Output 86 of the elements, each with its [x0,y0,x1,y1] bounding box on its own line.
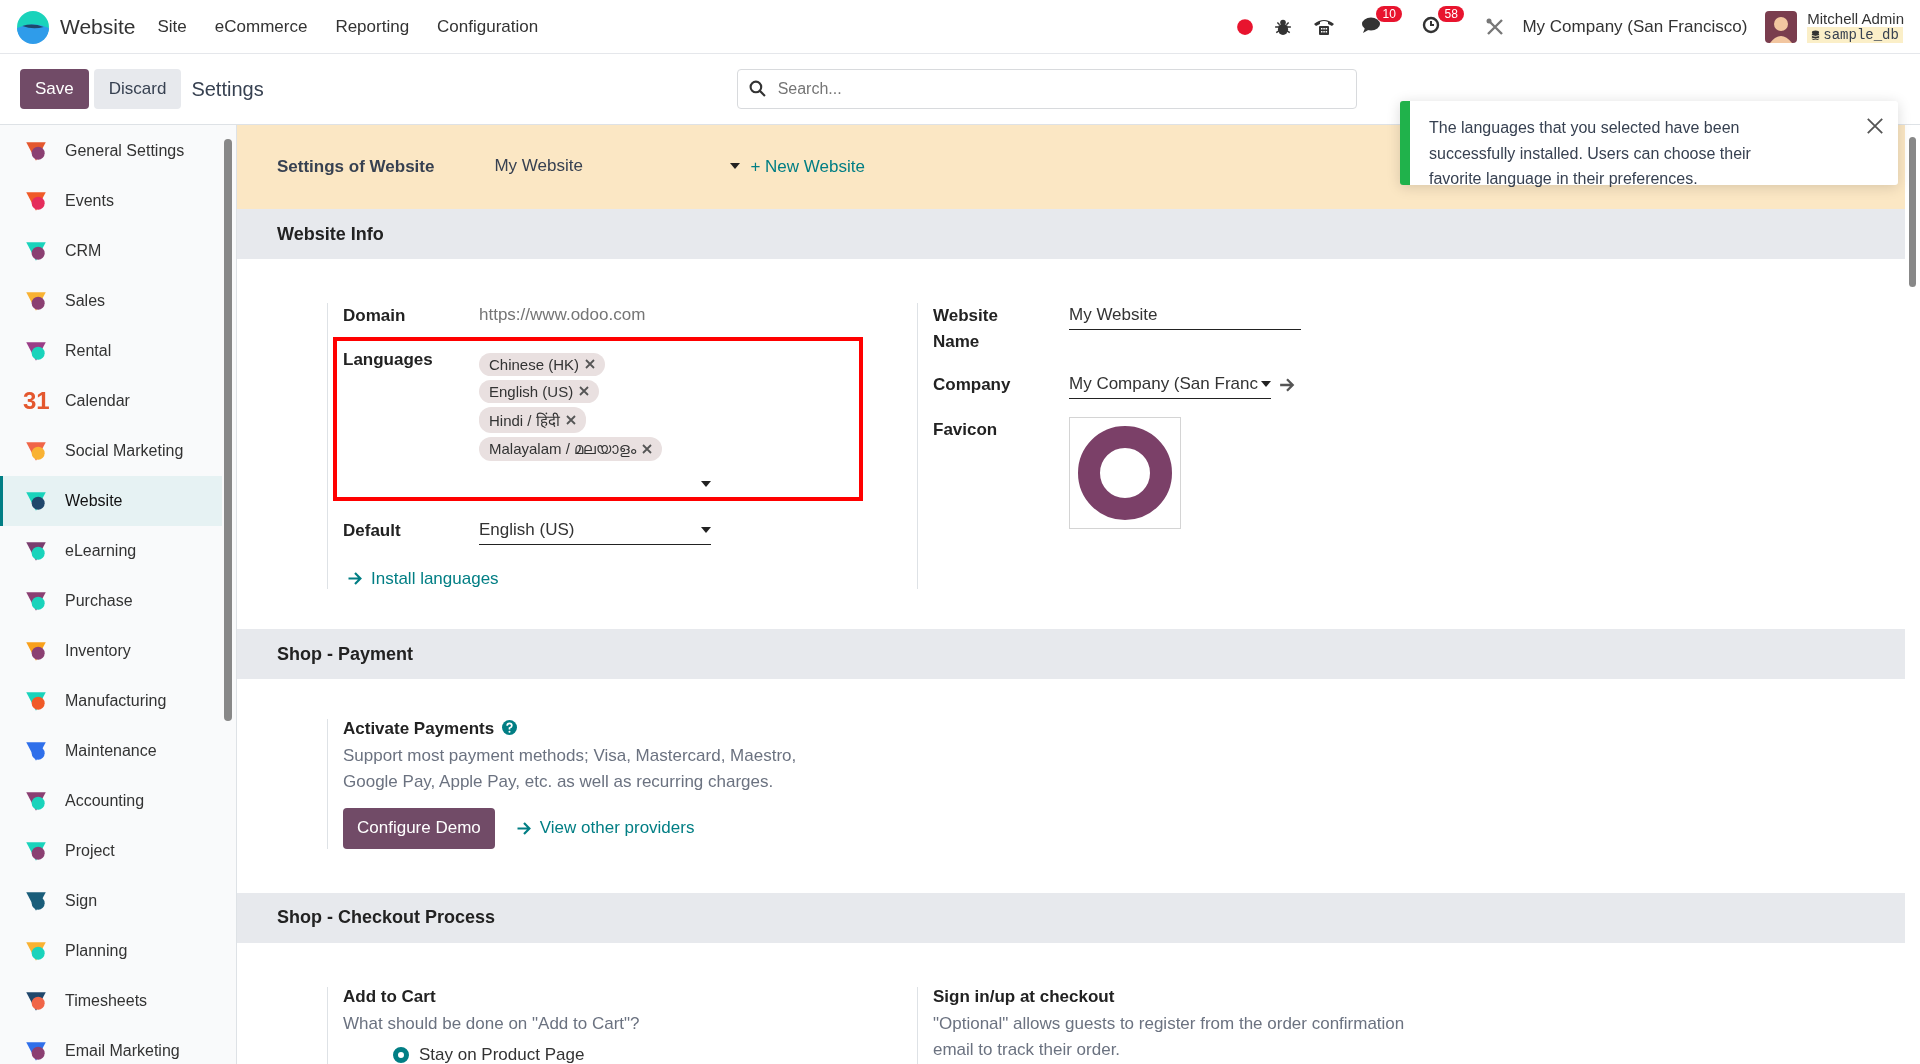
setting-description: "Optional" allows guests to register from the order confirmation email to track their order. [933,1012,1406,1062]
menu-item[interactable]: Configuration [437,16,539,37]
search-icon [748,80,766,97]
field-label: Website Name [933,305,999,353]
setting-title: Add to Cart [343,986,437,1007]
close-icon[interactable] [1866,117,1884,135]
calendar-icon: 31 [23,388,49,414]
phone-icon[interactable] [1312,17,1337,36]
menu-item[interactable]: Site [157,16,187,37]
language-tag: English (US) [479,379,600,403]
favicon-field[interactable] [1069,417,1181,529]
radio-button[interactable] [393,1047,409,1064]
language-tag: Chinese (HK) [479,352,606,376]
install-languages-link[interactable]: Install languages [347,568,499,589]
setting-description: What should be done on "Add to Cart"? [343,1012,641,1035]
sidebar-item[interactable]: Timesheets [0,976,222,1026]
sidebar-item[interactable]: 31 Calendar [0,376,222,426]
avatar-icon[interactable] [1765,10,1798,43]
form-button[interactable]: Save [20,69,89,109]
sidebar-item[interactable]: Manufacturing [0,676,222,726]
arrow-right-icon [347,572,363,585]
sidebar-item[interactable]: General Settings [0,126,222,176]
message-count: 10 [1376,5,1402,22]
field-label: Company [933,374,1012,396]
new-website-link[interactable]: + New Website [750,157,865,177]
section-header: Shop - Payment [237,629,1905,679]
field-label: Domain [343,305,407,327]
view-providers-link[interactable]: View other providers [515,818,695,839]
scrollbar-thumb[interactable] [1909,137,1916,287]
notification-message: The languages that you selected have been successfully installed. Users can choose their favorite language in their preferences. [1429,118,1752,185]
remove-icon[interactable] [585,359,596,369]
arrow-right-icon [515,821,532,835]
configure-demo-button[interactable]: Configure Demo [343,807,495,849]
menu-item[interactable]: Reporting [335,16,410,37]
field-label: Favicon [933,419,999,441]
menu-item[interactable]: eCommerce [214,16,308,37]
arrow-right-icon[interactable] [1279,378,1295,392]
radio-option[interactable]: Stay on Product Page [393,1045,917,1064]
remove-icon[interactable] [579,386,590,396]
sidebar-item[interactable]: Email Marketing [0,1026,222,1064]
app-name: Website [60,14,136,39]
company-select[interactable]: My Company (San Franc [1069,372,1271,399]
setting-title: Sign in/up at checkout [933,986,1116,1007]
scrollbar-thumb[interactable] [224,139,232,721]
sidebar-item[interactable]: CRM [0,226,222,276]
sidebar-item[interactable]: Social Marketing [0,426,222,476]
record-icon[interactable] [1236,17,1255,36]
remove-icon[interactable] [565,414,576,425]
language-tag: Hindi / हिंदी [479,406,586,433]
language-tag: Malayalam / മലയാളം [479,436,663,461]
clock-icon[interactable] [1422,15,1441,34]
bug-icon[interactable] [1274,17,1293,36]
sidebar-item[interactable]: Maintenance [0,726,222,776]
sidebar-item[interactable]: Website [0,476,222,526]
sidebar-item[interactable]: Planning [0,926,222,976]
field-label: Languages [343,348,434,371]
remove-icon[interactable] [642,443,653,454]
user-name[interactable]: Mitchell Admin [1807,10,1904,27]
website-label: Settings of Website [277,157,435,177]
company-switcher[interactable]: My Company (San Francisco) [1522,16,1748,37]
breadcrumb: Settings [191,77,264,101]
section-header: Website Info [237,209,1905,259]
form-button[interactable]: Discard [93,69,182,109]
website-name-field[interactable]: My Website [1069,303,1301,330]
tools-icon[interactable] [1486,17,1505,36]
sidebar-item[interactable]: Events [0,176,222,226]
help-icon[interactable] [502,720,518,735]
ring-icon [1075,423,1175,523]
activity-count: 58 [1438,5,1464,22]
field-label: Default [343,519,402,542]
sidebar-item[interactable]: Purchase [0,576,222,626]
search-field[interactable]: Search... [736,69,1357,109]
sidebar-item[interactable]: Accounting [0,776,222,826]
default-language-select[interactable]: English (US) [479,517,711,545]
website-logo-icon[interactable] [16,9,50,44]
sidebar-item[interactable]: eLearning [0,526,222,576]
setting-title: Activate Payments [343,719,495,738]
sidebar-item[interactable]: Inventory [0,626,222,676]
sidebar-item[interactable]: Rental [0,326,222,376]
database-badge: sample_db [1807,27,1903,43]
website-select[interactable]: My Website [494,155,741,179]
sidebar-item[interactable]: Sign [0,876,222,926]
setting-description: Support most payment methods; Visa, Mastercard, Maestro, Google Pay, Apple Pay, etc. as well as recurring charges. [343,745,798,794]
section-header: Shop - Checkout Process [237,892,1905,943]
sidebar-item[interactable]: Project [0,826,222,876]
sidebar-item[interactable]: Sales [0,276,222,326]
